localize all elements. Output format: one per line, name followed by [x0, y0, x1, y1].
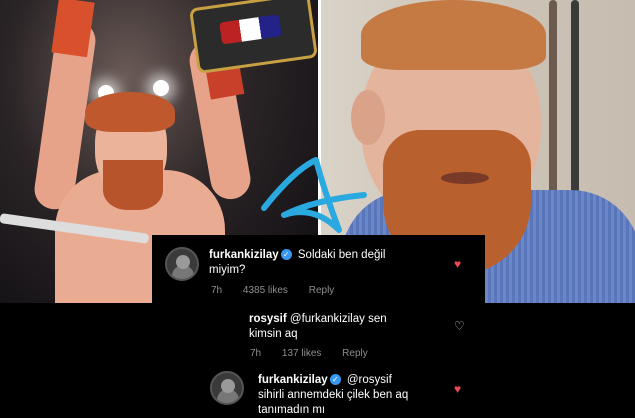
beard — [103, 160, 163, 210]
comment-meta: 7h 137 likes Reply — [250, 348, 386, 359]
comment-body: @rosysif — [346, 374, 392, 386]
comment-text: furkankizilay ✓ @rosysif sihirli annemdek… — [258, 373, 458, 418]
comment-body: kimsin aq — [249, 328, 298, 340]
avatar[interactable] — [165, 247, 199, 281]
comment-body: sihirli annemdeki çilek ben aq — [258, 389, 409, 401]
username[interactable]: rosysif — [249, 313, 287, 325]
comment-body: Soldaki ben değil — [297, 249, 386, 261]
comment-time: 7h — [211, 285, 223, 296]
reply-button[interactable]: Reply — [342, 348, 368, 359]
verified-badge-icon: ✓ — [329, 374, 341, 386]
comment-meta: 7h 4385 likes Reply — [211, 285, 352, 296]
like-count[interactable]: 137 likes — [282, 348, 321, 359]
stage-light — [153, 80, 169, 96]
comment-body: @furkankizilay sen — [289, 313, 387, 325]
heart-icon[interactable]: ♥ — [454, 258, 461, 270]
avatar[interactable] — [210, 371, 244, 405]
comment-body: miyim? — [209, 264, 246, 276]
verified-badge-icon: ✓ — [280, 249, 292, 261]
heart-icon[interactable]: ♥ — [454, 383, 461, 395]
championship-belt — [188, 0, 318, 75]
like-count[interactable]: 4385 likes — [243, 285, 288, 296]
mouth — [441, 172, 489, 184]
a-logo-icon — [261, 157, 367, 233]
hair — [85, 92, 175, 132]
ear — [351, 90, 385, 145]
username[interactable]: furkankizilay — [258, 374, 328, 386]
comment-body: tanımadın mı — [258, 404, 326, 416]
username[interactable]: furkankizilay — [209, 249, 279, 261]
comment-text: furkankizilay ✓ Soldaki ben değil miyim? — [209, 248, 449, 278]
hair — [361, 0, 546, 70]
reply-button[interactable]: Reply — [309, 285, 335, 296]
comment-time: 7h — [250, 348, 262, 359]
wrist-wrap — [51, 0, 95, 58]
heart-icon[interactable]: ♡ — [454, 320, 465, 332]
comment-text: rosysif @furkankizilay sen kimsin aq — [249, 312, 449, 342]
